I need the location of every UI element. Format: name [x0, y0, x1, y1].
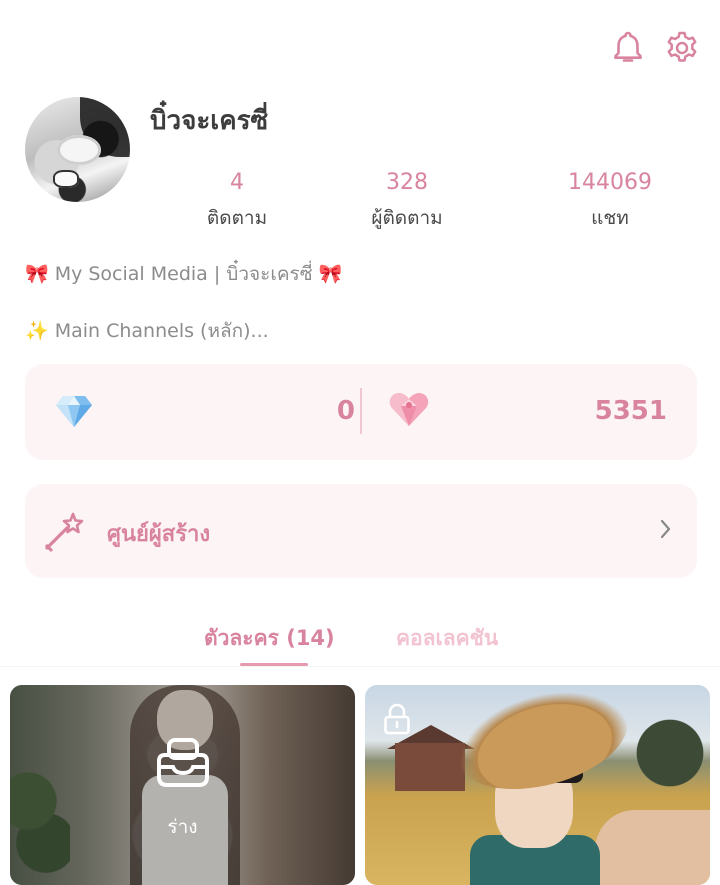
bio-line-2[interactable]: ✨ Main Channels (หลัก)... — [25, 316, 269, 346]
wallet-card: 0 5351 — [25, 364, 697, 460]
stat-following-label: ติดตาม — [206, 207, 268, 229]
notifications-button[interactable] — [610, 30, 646, 70]
creator-center-label: ศูนย์ผู้สร้าง — [107, 522, 211, 547]
wallet-divider — [360, 388, 362, 434]
bio-line-1: 🎀 My Social Media | บิ๋วจะเครซี่ 🎀 — [25, 263, 343, 285]
character-card-locked[interactable] — [365, 685, 710, 885]
character-card-draft[interactable]: ร่าง — [10, 685, 355, 885]
settings-button[interactable] — [664, 30, 700, 70]
card-bg-trees — [630, 705, 710, 825]
top-actions — [610, 30, 700, 70]
heart-balance: 5351 — [594, 396, 667, 426]
bell-icon — [612, 30, 644, 70]
magic-wand-icon — [43, 510, 87, 558]
avatar[interactable] — [25, 97, 130, 202]
username: บิ๋วจะเครซี่ — [150, 106, 269, 136]
stat-chats-value: 144069 — [568, 170, 652, 195]
stat-chats-label: แชท — [591, 207, 629, 229]
creator-center-button[interactable]: ศูนย์ผู้สร้าง — [25, 484, 697, 578]
card-figure-arm — [595, 810, 710, 885]
avatar-toy — [53, 170, 79, 188]
content-tabs: ตัวละคร (14) คอลเลคชัน — [0, 618, 720, 670]
heart-gem-icon — [389, 392, 429, 432]
stat-following[interactable]: 4 ติดตาม — [167, 170, 307, 233]
profile-page: บิ๋วจะเครซี่ 4 ติดตาม 328 ผู้ติดตาม 1440… — [0, 0, 720, 885]
profile-stats: 4 ติดตาม 328 ผู้ติดตาม 144069 แชท — [148, 170, 708, 240]
card-bg-house — [395, 743, 465, 791]
tab-characters[interactable]: ตัวละคร (14) — [204, 622, 335, 655]
tab-collections[interactable]: คอลเลคชัน — [396, 622, 498, 655]
chevron-right-icon — [659, 518, 673, 544]
diamond-icon — [55, 394, 93, 432]
stat-following-value: 4 — [230, 170, 244, 195]
tabs-divider — [0, 666, 720, 667]
draft-label: ร่าง — [167, 816, 198, 838]
draft-box-icon — [155, 737, 211, 793]
stat-chats[interactable]: 144069 แชท — [540, 170, 680, 233]
avatar-detail — [57, 135, 101, 165]
stat-followers[interactable]: 328 ผู้ติดตาม — [337, 170, 477, 233]
stat-followers-label: ผู้ติดตาม — [371, 207, 443, 229]
stat-followers-value: 328 — [386, 170, 428, 195]
lock-icon — [383, 703, 411, 739]
gear-icon — [664, 30, 700, 70]
gem-balance: 0 — [336, 396, 355, 426]
